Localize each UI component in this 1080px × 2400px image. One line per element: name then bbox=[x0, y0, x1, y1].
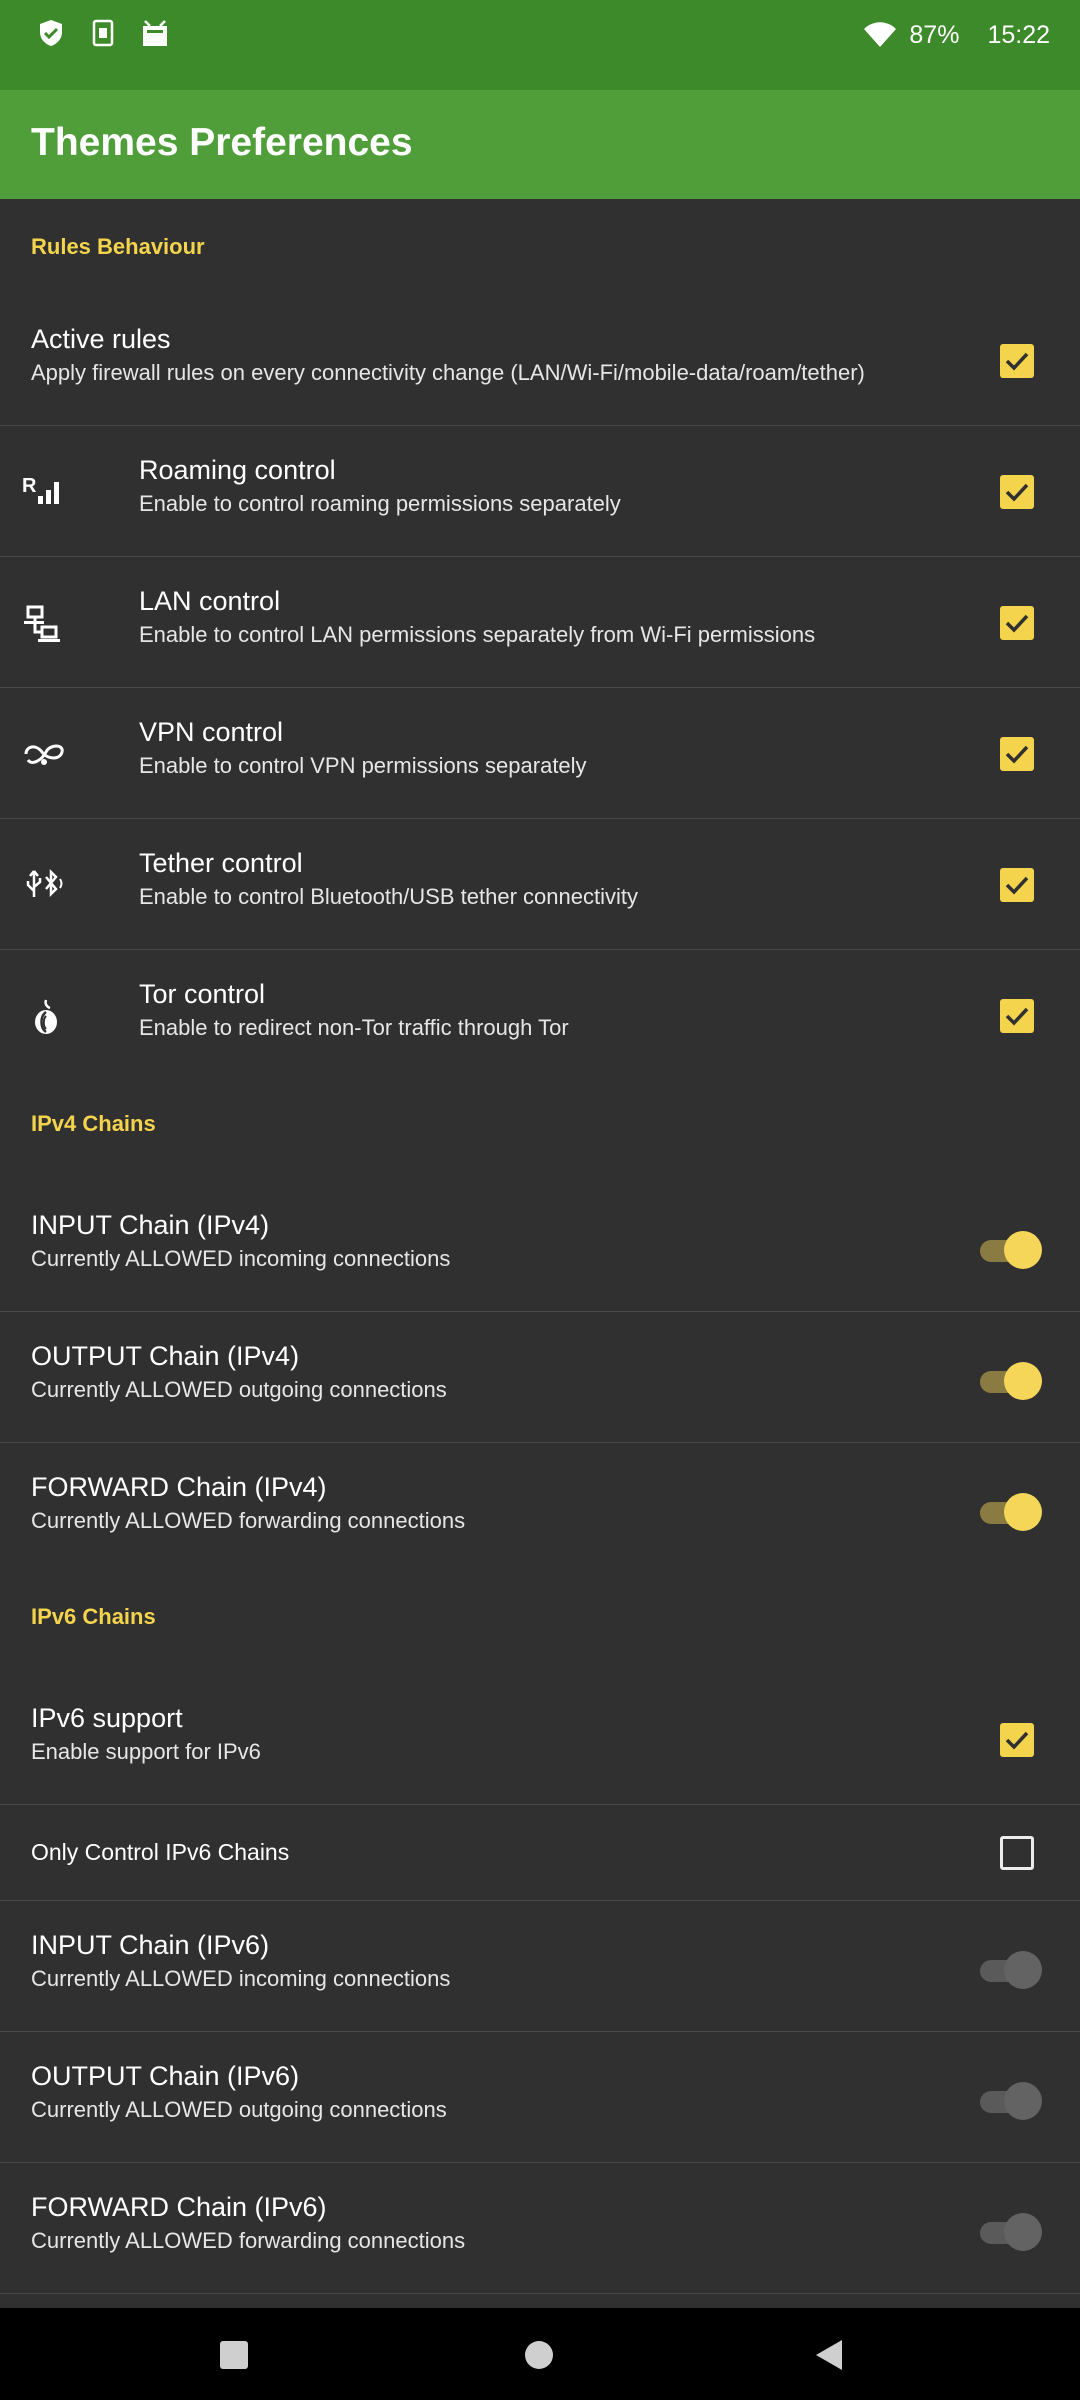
pref-summary: Currently ALLOWED forwarding connections bbox=[31, 2228, 466, 2253]
pref-output-chain-ipv6[interactable]: OUTPUT Chain (IPv6) Currently ALLOWED ou… bbox=[0, 2032, 1080, 2163]
preferences-list: Rules Behaviour Active rules Apply firew… bbox=[0, 199, 1080, 2294]
status-icons-left bbox=[36, 18, 170, 48]
pref-summary: Enable support for IPv6 bbox=[31, 1739, 261, 1764]
pref-vpn-control[interactable]: VPN control Enable to control VPN permis… bbox=[0, 688, 1080, 819]
tor-onion-icon bbox=[20, 994, 68, 1038]
recents-icon[interactable] bbox=[217, 2338, 251, 2372]
roaming-signal-icon: R bbox=[20, 470, 68, 514]
battery-percent: 87% bbox=[909, 20, 960, 49]
status-bar: 87% 15:22 bbox=[0, 0, 1080, 90]
pref-summary: Currently ALLOWED forwarding connections bbox=[31, 1508, 466, 1533]
pref-output-chain-ipv4[interactable]: OUTPUT Chain (IPv4) Currently ALLOWED ou… bbox=[0, 1312, 1080, 1443]
pref-title: IPv6 support bbox=[31, 1703, 183, 1733]
input-chain-ipv6-switch[interactable] bbox=[978, 1950, 1044, 1990]
output-chain-ipv6-switch[interactable] bbox=[978, 2081, 1044, 2121]
pref-title: Tor control bbox=[139, 979, 266, 1009]
pref-summary: Currently ALLOWED incoming connections bbox=[31, 1246, 451, 1271]
status-icons-right: 87% 15:22 bbox=[863, 18, 1050, 52]
pref-title: OUTPUT Chain (IPv6) bbox=[31, 2061, 300, 2091]
pref-summary: Currently ALLOWED incoming connections bbox=[31, 1966, 451, 1991]
output-chain-ipv4-switch[interactable] bbox=[978, 1361, 1044, 1401]
ipv6-support-checkbox[interactable] bbox=[1000, 1723, 1034, 1757]
pref-title: LAN control bbox=[139, 586, 281, 616]
pref-ipv6-support[interactable]: IPv6 support Enable support for IPv6 bbox=[0, 1674, 1080, 1805]
system-nav-bar bbox=[0, 2308, 1080, 2400]
pref-title: Active rules bbox=[31, 324, 171, 354]
app-notification-icon bbox=[143, 20, 167, 46]
forward-chain-ipv4-switch[interactable] bbox=[978, 1492, 1044, 1532]
forward-chain-ipv6-switch[interactable] bbox=[978, 2212, 1044, 2252]
pref-title: Tether control bbox=[139, 848, 303, 878]
section-header-label: IPv4 Chains bbox=[31, 1111, 156, 1136]
lan-network-icon bbox=[20, 601, 68, 645]
section-header-label: Rules Behaviour bbox=[31, 234, 205, 259]
pref-active-rules[interactable]: Active rules Apply firewall rules on eve… bbox=[0, 295, 1080, 426]
home-icon[interactable] bbox=[522, 2338, 556, 2372]
pref-title: FORWARD Chain (IPv6) bbox=[31, 2192, 327, 2222]
vpn-icon bbox=[20, 732, 68, 776]
svg-text:R: R bbox=[22, 475, 37, 497]
pref-input-chain-ipv4[interactable]: INPUT Chain (IPv4) Currently ALLOWED inc… bbox=[0, 1181, 1080, 1312]
pref-forward-chain-ipv4[interactable]: FORWARD Chain (IPv4) Currently ALLOWED f… bbox=[0, 1443, 1080, 1574]
pref-summary: Enable to redirect non-Tor traffic throu… bbox=[139, 1015, 569, 1040]
tor-control-checkbox[interactable] bbox=[1000, 999, 1034, 1033]
roaming-control-checkbox[interactable] bbox=[1000, 475, 1034, 509]
page-title: Themes Preferences bbox=[31, 121, 413, 164]
section-header-ipv6: IPv6 Chains bbox=[0, 1574, 1080, 1674]
pref-summary: Enable to control LAN permissions separa… bbox=[139, 622, 816, 647]
pref-roaming-control[interactable]: R Roaming control Enable to control roam… bbox=[0, 426, 1080, 557]
sim-card-icon bbox=[92, 19, 114, 47]
section-header-label: IPv6 Chains bbox=[31, 1604, 156, 1629]
only-control-ipv6-checkbox[interactable] bbox=[1000, 1836, 1034, 1870]
pref-lan-control[interactable]: LAN control Enable to control LAN permis… bbox=[0, 557, 1080, 688]
pref-summary: Currently ALLOWED outgoing connections bbox=[31, 1377, 447, 1402]
active-rules-checkbox[interactable] bbox=[1000, 344, 1034, 378]
pref-summary: Enable to control roaming permissions se… bbox=[139, 491, 621, 516]
shield-check-icon bbox=[40, 20, 62, 46]
tether-control-checkbox[interactable] bbox=[1000, 868, 1034, 902]
pref-summary: Enable to control VPN permissions separa… bbox=[139, 753, 587, 778]
wifi-icon bbox=[864, 22, 897, 47]
input-chain-ipv4-switch[interactable] bbox=[978, 1230, 1044, 1270]
section-header-ipv4: IPv4 Chains bbox=[0, 1081, 1080, 1181]
pref-title: INPUT Chain (IPv6) bbox=[31, 1930, 270, 1960]
pref-only-control-ipv6[interactable]: Only Control IPv6 Chains bbox=[0, 1805, 1080, 1901]
status-clock: 15:22 bbox=[987, 20, 1050, 49]
vpn-control-checkbox[interactable] bbox=[1000, 737, 1034, 771]
section-header-rules: Rules Behaviour bbox=[0, 199, 1080, 295]
pref-summary: Apply firewall rules on every connectivi… bbox=[31, 360, 865, 385]
pref-title: FORWARD Chain (IPv4) bbox=[31, 1472, 327, 1502]
pref-title: INPUT Chain (IPv4) bbox=[31, 1210, 270, 1240]
app-bar: Themes Preferences bbox=[0, 90, 1080, 199]
pref-summary: Enable to control Bluetooth/USB tether c… bbox=[139, 884, 638, 909]
back-icon[interactable] bbox=[812, 2338, 846, 2372]
pref-title: Only Control IPv6 Chains bbox=[31, 1839, 290, 1865]
lan-control-checkbox[interactable] bbox=[1000, 606, 1034, 640]
pref-tether-control[interactable]: Tether control Enable to control Bluetoo… bbox=[0, 819, 1080, 950]
pref-title: VPN control bbox=[139, 717, 284, 747]
pref-summary: Currently ALLOWED outgoing connections bbox=[31, 2097, 447, 2122]
pref-title: Roaming control bbox=[139, 455, 336, 485]
pref-tor-control[interactable]: Tor control Enable to redirect non-Tor t… bbox=[0, 950, 1080, 1081]
pref-input-chain-ipv6[interactable]: INPUT Chain (IPv6) Currently ALLOWED inc… bbox=[0, 1901, 1080, 2032]
usb-bluetooth-icon bbox=[20, 863, 68, 907]
pref-forward-chain-ipv6[interactable]: FORWARD Chain (IPv6) Currently ALLOWED f… bbox=[0, 2163, 1080, 2294]
pref-title: OUTPUT Chain (IPv4) bbox=[31, 1341, 300, 1371]
